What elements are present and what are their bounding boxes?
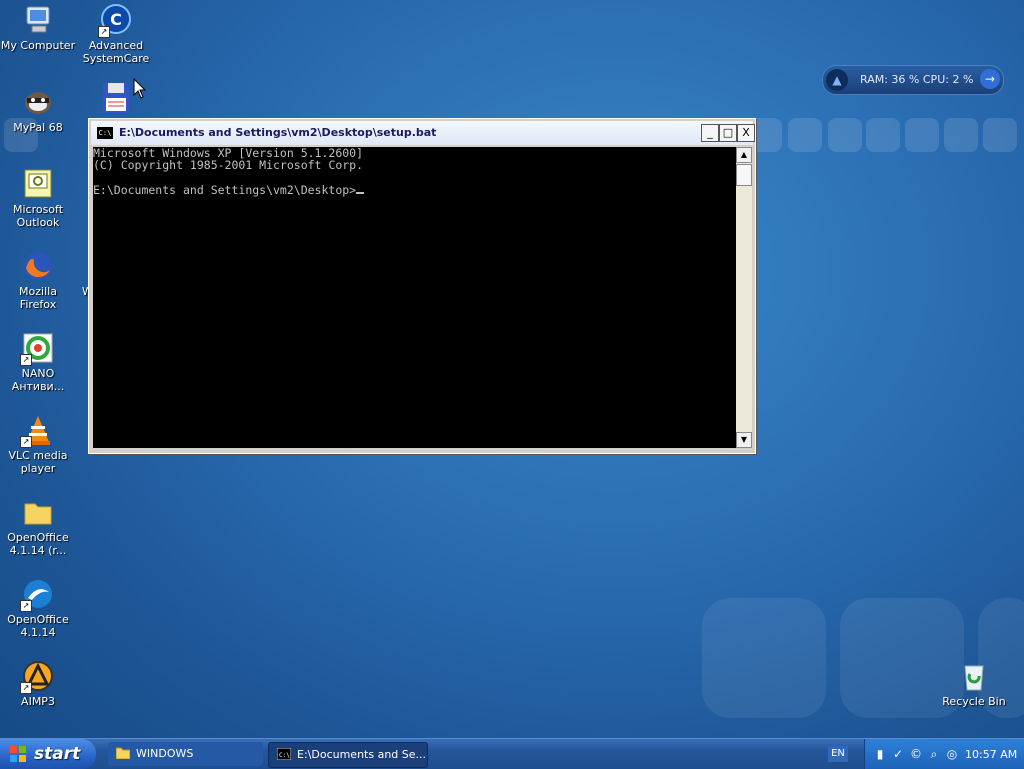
cpu-unit: % [962, 73, 974, 86]
language-indicator[interactable]: EN [828, 746, 848, 762]
windows-logo-icon [10, 746, 26, 762]
desktop-icon-recycle-bin[interactable]: Recycle Bin [936, 660, 1012, 708]
deco-tile [905, 118, 939, 152]
window-title: E:\Documents and Settings\vm2\Desktop\se… [119, 126, 437, 139]
shortcut-arrow-icon: ↗ [20, 682, 32, 694]
search-icon[interactable]: ⌕ [927, 747, 941, 761]
desktop-icon-label: Recycle Bin [942, 695, 1006, 708]
console-window[interactable]: C:\ E:\Documents and Settings\vm2\Deskto… [88, 118, 756, 454]
mouse-cursor-icon [133, 78, 147, 99]
advanced-systemcare-tray-icon[interactable]: © [909, 747, 923, 761]
console-titlebar[interactable]: C:\ E:\Documents and Settings\vm2\Deskto… [91, 121, 755, 145]
ram-unit: % [908, 73, 920, 86]
deco-tile [983, 118, 1017, 152]
desktop-icon-label: Mozilla Firefox [19, 285, 57, 311]
deco-tile [866, 118, 900, 152]
desktop-icon-vlc[interactable]: ↗ VLC media player [0, 414, 76, 475]
recycle-bin-icon [958, 660, 990, 692]
shortcut-arrow-icon: ↗ [20, 354, 32, 366]
desktop-icon-advanced-systemcare[interactable]: C ↗ Advanced SystemCare [78, 4, 154, 65]
deco-tile [788, 118, 822, 152]
folder-icon [116, 747, 130, 759]
desktop-icon-openoffice-folder[interactable]: OpenOffice 4.1.14 (r... [0, 496, 76, 557]
text-cursor [356, 183, 365, 194]
taskbar-item-console[interactable]: C:\ E:\Documents and Se... [268, 742, 428, 768]
clock[interactable]: 10:57 AM [965, 748, 1017, 761]
desktop-icon-label: Advanced SystemCare [82, 39, 150, 65]
start-label: start [34, 744, 81, 764]
task-label: WINDOWS [136, 747, 194, 760]
desktop-icon-mypal[interactable]: MyPal 68 [0, 86, 76, 134]
folder-icon [22, 496, 54, 528]
desktop-icon-label: MyPal 68 [13, 121, 63, 134]
floppy-disk-icon [100, 82, 132, 114]
desktop-icon-label: OpenOffice 4.1.14 [7, 613, 69, 639]
taskbar: start WINDOWS C:\ E:\Documents and Se...… [0, 738, 1024, 769]
scroll-down-arrow-icon[interactable]: ▼ [736, 432, 752, 448]
shortcut-arrow-icon: ↗ [20, 600, 32, 612]
svg-text:C: C [110, 10, 122, 29]
nano-antivirus-icon: ↗ [20, 332, 54, 366]
maximize-button[interactable]: □ [719, 124, 737, 142]
cpu-value: 2 [952, 73, 960, 86]
scroll-up-arrow-icon[interactable]: ▲ [736, 147, 752, 163]
minimize-button[interactable]: _ [701, 124, 719, 142]
desktop-icon-nano-antivirus[interactable]: ↗ NANO Антиви... [0, 332, 76, 393]
leaf-icon[interactable]: ✓ [891, 747, 905, 761]
ram-label: RAM: [860, 73, 888, 86]
rocket-icon: ▲ [826, 69, 848, 91]
console-line: (C) Copyright 1985-2001 Microsoft Corp. [93, 158, 364, 172]
deco-tile-large [702, 598, 826, 718]
system-tray: ▮ ✓ © ⌕ ◎ 10:57 AM [864, 739, 1024, 769]
advanced-systemcare-icon: C ↗ [98, 4, 132, 38]
computer-icon [22, 4, 54, 36]
openoffice-icon: ↗ [20, 578, 54, 612]
deco-tile [828, 118, 862, 152]
console-prompt-line: E:\Documents and Settings\vm2\Desktop> [93, 183, 736, 197]
arrow-right-icon[interactable]: → [980, 69, 1000, 89]
start-button[interactable]: start [0, 739, 96, 769]
vertical-scrollbar[interactable]: ▲ ▼ [736, 147, 752, 448]
shortcut-arrow-icon: ↗ [98, 26, 110, 38]
close-button[interactable]: X [737, 124, 755, 142]
ram-cpu-gadget[interactable]: ▲ RAM: 36 % CPU: 2 % → [822, 65, 1004, 95]
gadget-readout: RAM: 36 % CPU: 2 % [860, 73, 973, 86]
svg-text:C:\: C:\ [279, 752, 290, 759]
desktop-icon-label: OpenOffice 4.1.14 (r... [7, 531, 69, 557]
console-output[interactable]: Microsoft Windows XP [Version 5.1.2600] … [93, 147, 736, 448]
desktop-icon-label: VLC media player [8, 449, 68, 475]
scroll-thumb[interactable] [736, 164, 752, 186]
console-icon: C:\ [277, 748, 291, 760]
vlc-icon: ↗ [20, 414, 54, 448]
firefox-icon [22, 250, 54, 282]
task-label: E:\Documents and Se... [297, 748, 427, 761]
cpu-label: CPU: [922, 73, 949, 86]
taskbar-item-windows[interactable]: WINDOWS [108, 742, 263, 766]
mypal-icon [22, 86, 54, 118]
desktop-icon-my-computer[interactable]: My Computer [0, 4, 76, 52]
aimp-icon: ↗ [20, 660, 54, 694]
desktop-icon-openoffice[interactable]: ↗ OpenOffice 4.1.14 [0, 578, 76, 639]
desktop-icon-outlook[interactable]: Microsoft Outlook [0, 168, 76, 229]
desktop-icon-label: AIMP3 [21, 695, 55, 708]
desktop-icon-aimp[interactable]: ↗ AIMP3 [0, 660, 76, 708]
desktop-icon-label: Microsoft Outlook [12, 203, 64, 229]
ram-value: 36 [891, 73, 906, 86]
desktop-icon-firefox[interactable]: Mozilla Firefox [0, 250, 76, 311]
console-icon: C:\ [97, 127, 113, 139]
nano-antivirus-tray-icon[interactable]: ◎ [945, 747, 959, 761]
desktop-icon-label: My Computer [0, 39, 76, 52]
console-prompt: E:\Documents and Settings\vm2\Desktop> [93, 183, 357, 197]
shortcut-arrow-icon: ↗ [20, 436, 32, 448]
outlook-icon [22, 168, 54, 200]
deco-tile [944, 118, 978, 152]
desktop-icon-label: NANO Антиви... [11, 367, 65, 393]
network-icon[interactable]: ▮ [873, 747, 887, 761]
